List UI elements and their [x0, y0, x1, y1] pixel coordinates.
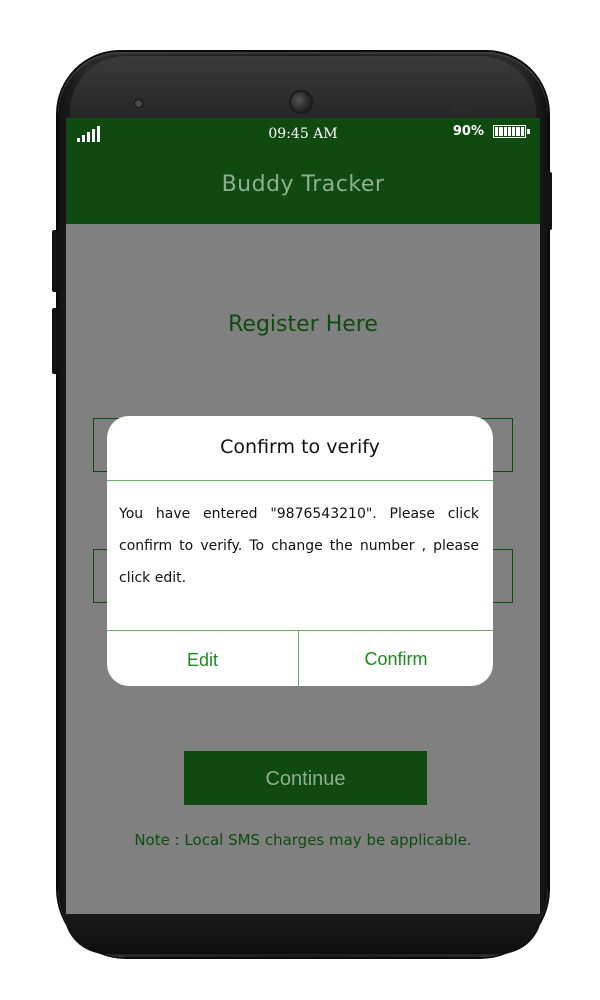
battery-icon — [493, 125, 526, 138]
dialog-message: You have entered "9876543210". Please cl… — [119, 506, 479, 586]
page-heading: Register Here — [228, 312, 378, 337]
confirm-dialog: Confirm to verify You have entered "9876… — [107, 416, 493, 686]
battery-percent: 90% — [452, 124, 484, 139]
volume-up-button — [52, 230, 58, 292]
sms-charges-note: Note : Local SMS charges may be applicab… — [134, 831, 472, 849]
phone-bottom-bezel — [64, 912, 542, 954]
sensor-dots — [452, 98, 478, 113]
battery-tip — [527, 129, 530, 134]
device-mockup: 09:45 AM 90% Buddy Tracker Register Here… — [0, 0, 600, 1000]
volume-down-button — [52, 308, 58, 374]
front-camera-icon — [291, 92, 311, 112]
app-bar: Buddy Tracker — [66, 152, 540, 224]
dialog-divider — [107, 480, 493, 481]
continue-button[interactable]: Continue — [184, 751, 427, 805]
edit-button[interactable]: Edit — [107, 631, 298, 686]
phone-screen: 09:45 AM 90% Buddy Tracker Register Here… — [66, 118, 540, 914]
dialog-title: Confirm to verify — [220, 436, 380, 458]
status-bar: 09:45 AM 90% — [66, 118, 540, 152]
power-button — [546, 172, 552, 230]
earpiece-dot — [135, 100, 142, 107]
confirm-button[interactable]: Confirm — [299, 631, 493, 686]
app-title: Buddy Tracker — [221, 172, 385, 197]
